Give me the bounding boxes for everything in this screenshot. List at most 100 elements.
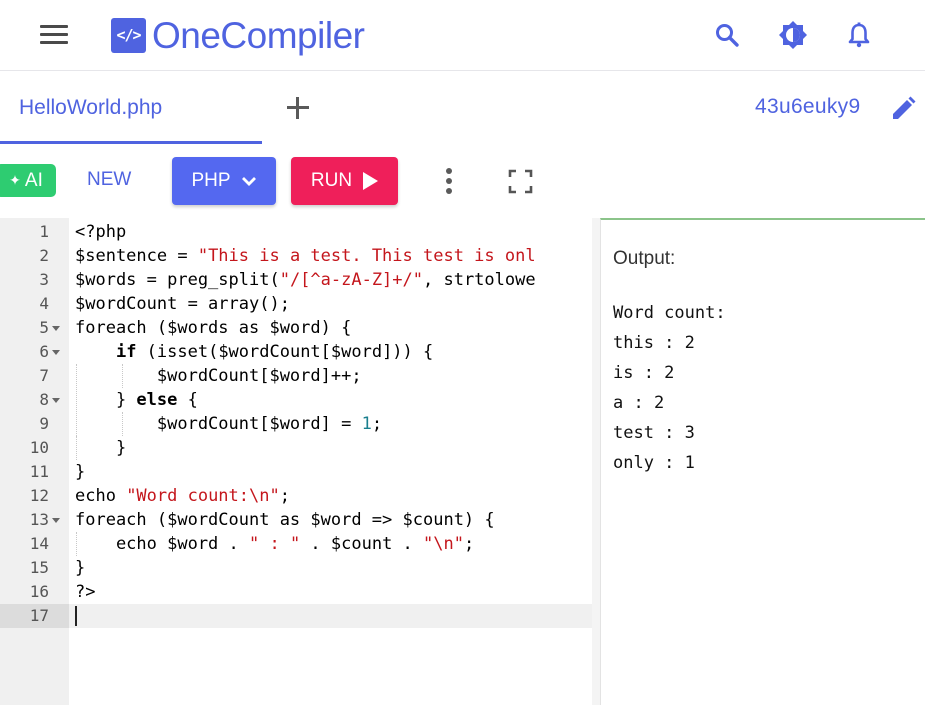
fold-arrow-icon[interactable]	[52, 350, 60, 355]
line-number: 12	[29, 486, 49, 505]
string-literal: "/[^a-zA-Z]+/"	[279, 270, 423, 290]
number-literal: 1	[361, 414, 372, 434]
fold-arrow-icon[interactable]	[52, 326, 60, 331]
search-icon[interactable]	[712, 20, 742, 50]
line-number: 14	[29, 534, 49, 553]
logo[interactable]: </> OneCompiler	[111, 14, 365, 56]
output-line: Word count:	[613, 303, 726, 323]
code-text: echo "Word count:\n";	[75, 486, 290, 506]
line-number: 2	[39, 246, 49, 265]
code-line[interactable]: 5 foreach ($words as $word) {	[0, 316, 592, 340]
code-line[interactable]: 17	[0, 604, 592, 628]
code-text: }	[75, 462, 86, 482]
pane-splitter[interactable]	[592, 218, 600, 705]
code-text: $wordCount[$word]++;	[75, 366, 362, 386]
more-options-icon[interactable]	[440, 166, 458, 196]
line-number: 17	[29, 606, 49, 625]
top-navigation-bar: </> OneCompiler	[0, 0, 925, 71]
output-text: Word count: this : 2 is : 2 a : 2 test : 3 on…	[613, 298, 726, 478]
notification-bell-icon[interactable]	[844, 20, 874, 50]
code-line[interactable]: 15}	[0, 556, 592, 580]
code-text: ?>	[75, 582, 96, 602]
fold-arrow-icon[interactable]	[52, 398, 60, 403]
fold-arrow-icon[interactable]	[52, 518, 60, 523]
line-number: 4	[39, 294, 49, 313]
sparkle-icon: ✦	[9, 172, 21, 188]
line-number: 7	[39, 366, 49, 385]
line-number: 13	[29, 510, 49, 529]
code-line[interactable]: 9 $wordCount[$word] = 1;	[0, 412, 592, 436]
code-line[interactable]: 4 $wordCount = array();	[0, 292, 592, 316]
line-number: 1	[39, 222, 49, 241]
line-number: 10	[29, 438, 49, 457]
brightness-icon[interactable]	[778, 20, 808, 50]
indent-guide	[76, 436, 77, 460]
code-line[interactable]: 7 $wordCount[$word]++;	[0, 364, 592, 388]
line-number: 15	[29, 558, 49, 577]
output-title: Output:	[613, 248, 676, 269]
code-line[interactable]: 11}	[0, 460, 592, 484]
edit-pencil-icon[interactable]	[889, 95, 917, 123]
ai-button[interactable]: ✦ AI	[0, 164, 56, 197]
line-number: 9	[39, 414, 49, 433]
code-text: foreach ($wordCount as $word => $count) …	[75, 510, 495, 530]
output-line: test : 3	[613, 423, 695, 443]
line-number: 16	[29, 582, 49, 601]
code-line[interactable]: 14 echo $word . " : " . $count . "\n";	[0, 532, 592, 556]
code-line[interactable]: 1 <?php	[0, 220, 592, 244]
file-tab-bar: HelloWorld.php 43u6euky9	[0, 71, 925, 146]
code-id: 43u6euky9	[755, 95, 861, 118]
code-editor[interactable]: 1 <?php 2 $sentence = "This is a test. This…	[0, 218, 592, 705]
code-line[interactable]: 10 }	[0, 436, 592, 460]
code-line[interactable]: 16 ?>	[0, 580, 592, 604]
code-text: }	[75, 438, 127, 458]
output-line: only : 1	[613, 453, 695, 473]
string-literal: "\n"	[423, 534, 464, 554]
keyword: else	[136, 390, 178, 410]
output-line: this : 2	[613, 333, 695, 353]
code-text: $sentence = "This is a test. This test i…	[75, 246, 536, 266]
code-text: echo $word . " : " . $count . "\n";	[75, 534, 475, 554]
tab-file-label: HelloWorld.php	[19, 96, 163, 119]
text-cursor	[75, 606, 77, 626]
code-text: }	[75, 558, 86, 578]
line-number: 3	[39, 270, 49, 289]
string-literal: "Word count:\n"	[126, 486, 280, 506]
logo-mark: </>	[111, 17, 146, 53]
code-line[interactable]: 3 $words = preg_split("/[^a-zA-Z]+/", str…	[0, 268, 592, 292]
indent-guide	[122, 412, 123, 436]
language-label: PHP	[191, 170, 231, 191]
code-line[interactable]: 2 $sentence = "This is a test. This test …	[0, 244, 592, 268]
code-text: $words = preg_split("/[^a-zA-Z]+/", strt…	[75, 270, 536, 290]
code-line[interactable]: 12 echo "Word count:\n";	[0, 484, 592, 508]
keyword: if	[115, 342, 137, 362]
ai-button-label: AI	[24, 169, 43, 191]
output-panel: Output: Word count: this : 2 is : 2 a : 2 te…	[600, 218, 925, 705]
code-text: foreach ($words as $word) {	[75, 318, 352, 338]
add-file-icon[interactable]	[284, 94, 312, 122]
code-text: $wordCount = array();	[75, 294, 290, 314]
string-literal: " : "	[249, 534, 301, 554]
active-tab-indicator	[0, 141, 262, 144]
logo-text: OneCompiler	[152, 14, 365, 56]
editor-toolbar: ✦ AI NEW PHP RUN	[0, 146, 925, 216]
new-button[interactable]: NEW	[87, 169, 131, 191]
line-number: 6	[39, 342, 49, 361]
line-number: 5	[39, 318, 49, 337]
play-icon	[363, 172, 379, 190]
chevron-down-icon	[241, 177, 256, 186]
code-line[interactable]: 6 if (isset($wordCount[$word])) {	[0, 340, 592, 364]
line-number: 8	[39, 390, 49, 409]
language-select-button[interactable]: PHP	[172, 157, 276, 205]
menu-icon[interactable]	[40, 25, 68, 45]
code-line[interactable]: 8 } else {	[0, 388, 592, 412]
run-button[interactable]: RUN	[291, 157, 398, 205]
output-line: is : 2	[613, 363, 675, 383]
run-button-label: RUN	[310, 170, 353, 191]
code-line[interactable]: 13 foreach ($wordCount as $word => $count…	[0, 508, 592, 532]
code-text: <?php	[75, 222, 127, 242]
fullscreen-icon[interactable]	[508, 169, 533, 194]
tab-file[interactable]: HelloWorld.php	[0, 71, 262, 146]
indent-guide	[122, 364, 123, 388]
indent-guide	[76, 532, 77, 556]
